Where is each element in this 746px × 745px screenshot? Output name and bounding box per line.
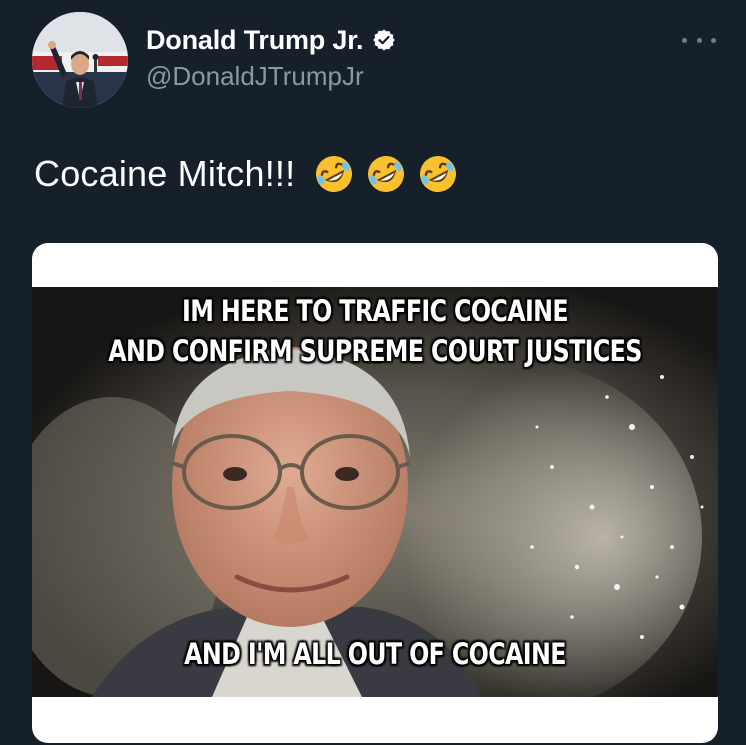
rolling-on-the-floor-laughing-icon [368,156,405,192]
emoji-group [313,153,459,195]
media-card[interactable]: IM HERE TO TRAFFIC COCAINE AND CONFIRM S… [32,243,718,743]
more-options-button[interactable] [682,30,716,50]
more-dots-icon [696,37,702,43]
avatar[interactable] [32,12,128,108]
meme-caption-top-line2: AND CONFIRM SUPREME COURT JUSTICES [108,334,642,368]
more-dots-icon [711,37,716,43]
meme-caption-top-line1: IM HERE TO TRAFFIC COCAINE [182,294,569,328]
tweet-text: Cocaine Mitch!!! [34,146,459,202]
meme-caption-bottom: AND I'M ALL OUT OF COCAINE [184,637,566,671]
meme-image[interactable]: IM HERE TO TRAFFIC COCAINE AND CONFIRM S… [32,287,718,697]
author-block: Donald Trump Jr. @DonaldJTrumpJr [146,22,396,92]
rolling-on-the-floor-laughing-icon [420,156,457,192]
display-name[interactable]: Donald Trump Jr. [146,25,364,56]
tweet: Donald Trump Jr. @DonaldJTrumpJr Cocaine… [0,0,746,745]
name-row: Donald Trump Jr. [146,22,396,58]
tweet-body: Cocaine Mitch!!! [34,153,296,194]
avatar-photo [32,12,128,108]
meme-caption-top: IM HERE TO TRAFFIC COCAINE AND CONFIRM S… [94,291,657,371]
rolling-on-the-floor-laughing-icon [316,156,353,192]
handle[interactable]: @DonaldJTrumpJr [146,61,396,92]
verified-badge-icon [372,28,396,52]
more-dots-icon [682,37,687,43]
